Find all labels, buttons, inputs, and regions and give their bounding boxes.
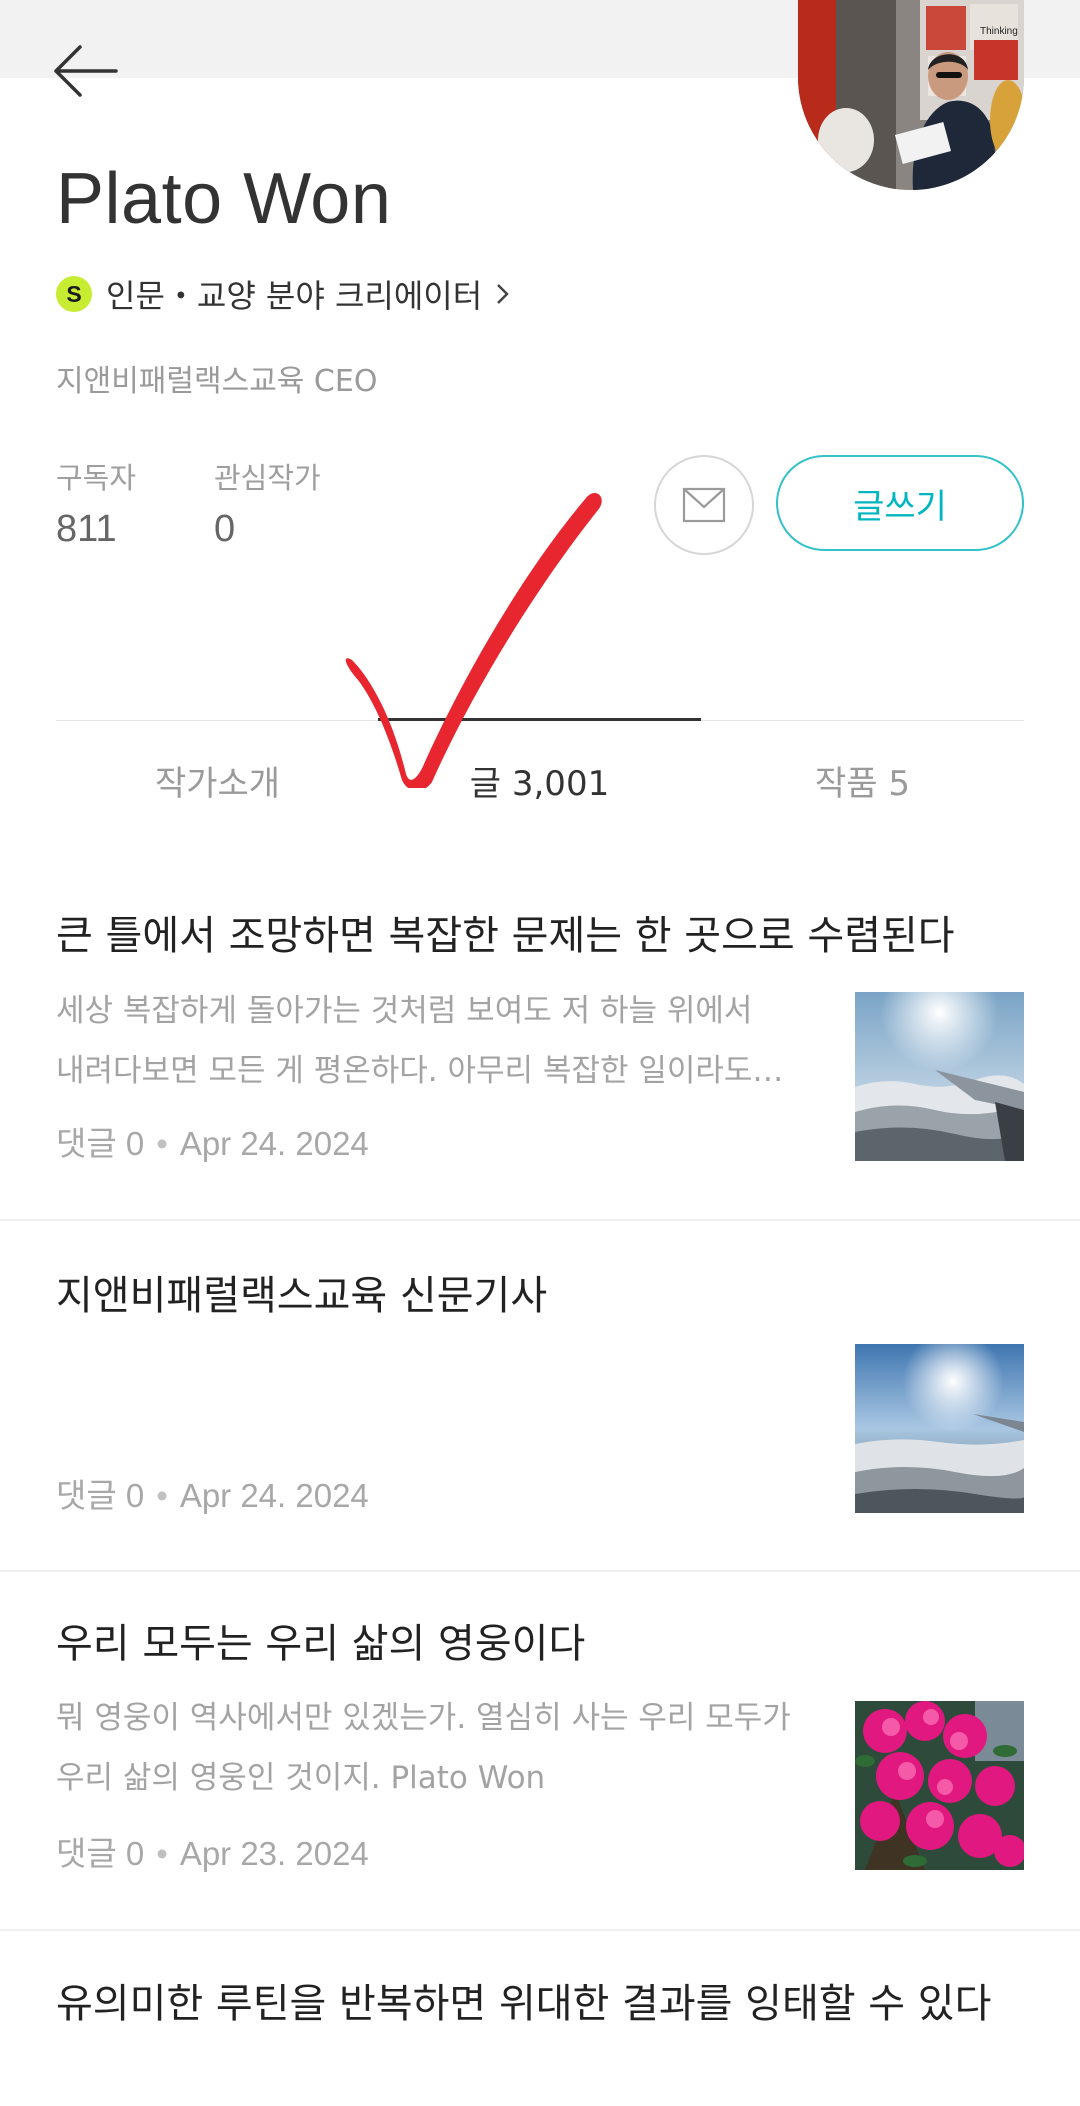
post-title[interactable]: 지앤비패럴랙스교육 신문기사 — [56, 1264, 1036, 1328]
tab-author-intro[interactable]: 작가소개 — [56, 756, 379, 805]
following-label: 관심작가 — [214, 461, 321, 495]
post-snippet: 내려다보면 모든 게 평온하다. 아무리 복잡한 일이라도… — [56, 1053, 784, 1089]
post-divider — [0, 1219, 1080, 1221]
meta-separator: • — [156, 1835, 168, 1872]
avatar-sign-text: Thinking — [980, 26, 1018, 37]
red-checkmark-annotation — [345, 493, 602, 788]
tab-works[interactable]: 작품 5 — [701, 756, 1024, 805]
post-comments: 댓글 0 — [56, 1477, 145, 1514]
post-snippet: 세상 복잡하게 돌아가는 것처럼 보여도 저 하늘 위에서 — [56, 993, 753, 1029]
post-date: Apr 24. 2024 — [179, 1477, 369, 1514]
post-snippet: 뭐 영웅이 역사에서만 있겠는가. 열심히 사는 우리 모두가 — [56, 1700, 791, 1736]
envelope-icon — [682, 487, 726, 523]
post-meta: 댓글 0 • Apr 23. 2024 — [56, 1827, 369, 1875]
creator-category-label: 인문・교양 분야 크리에이터 — [106, 277, 483, 315]
creator-category-link[interactable]: S 인문・교양 분야 크리에이터 — [56, 272, 514, 316]
message-button[interactable] — [654, 455, 754, 555]
post-comments: 댓글 0 — [56, 1835, 145, 1872]
subscribers-count[interactable]: 811 — [56, 508, 117, 551]
meta-separator: • — [156, 1477, 168, 1514]
post-date: Apr 24. 2024 — [179, 1125, 369, 1162]
post-title[interactable]: 큰 틀에서 조망하면 복잡한 문제는 한 곳으로 수렴된다 — [56, 904, 1036, 968]
write-button[interactable]: 글쓰기 — [776, 455, 1024, 551]
post-meta: 댓글 0 • Apr 24. 2024 — [56, 1117, 369, 1165]
post-thumbnail[interactable] — [855, 1701, 1024, 1870]
back-arrow-icon — [54, 45, 118, 97]
profile-bio: 지앤비패럴랙스교육 CEO — [56, 364, 378, 399]
profile-avatar[interactable]: Thinking — [798, 0, 1024, 190]
post-title[interactable]: 우리 모두는 우리 삶의 영웅이다 — [56, 1612, 1036, 1676]
post-date: Apr 23. 2024 — [179, 1835, 369, 1872]
active-tab-indicator — [378, 718, 701, 721]
post-meta: 댓글 0 • Apr 24. 2024 — [56, 1469, 369, 1517]
post-thumbnail[interactable] — [855, 1344, 1024, 1513]
tab-posts[interactable]: 글 3,001 — [378, 756, 701, 805]
profile-name: Plato Won — [56, 159, 392, 239]
back-button[interactable] — [50, 36, 124, 106]
post-snippet: 우리 삶의 영웅인 것이지. Plato Won — [56, 1760, 546, 1796]
post-title[interactable]: 유의미한 루틴을 반복하면 위대한 결과를 잉태할 수 있다 — [56, 1972, 1016, 2036]
post-divider — [0, 1570, 1080, 1572]
meta-separator: • — [156, 1125, 168, 1162]
post-thumbnail[interactable] — [855, 992, 1024, 1161]
following-count[interactable]: 0 — [214, 508, 235, 551]
chevron-right-icon — [492, 279, 514, 309]
post-divider — [0, 1929, 1080, 1931]
creator-badge: S — [56, 276, 92, 312]
subscribers-label: 구독자 — [56, 461, 137, 495]
post-comments: 댓글 0 — [56, 1125, 145, 1162]
